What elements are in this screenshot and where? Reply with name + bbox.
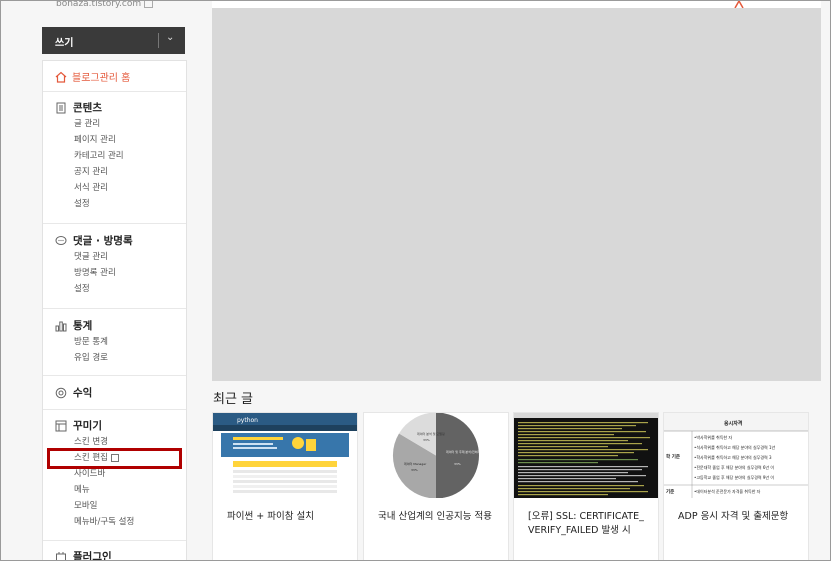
sidebar-item-notices[interactable]: 공지 관리 <box>74 164 124 180</box>
cursor-mark-icon <box>734 1 744 8</box>
write-label: 쓰기 <box>55 38 74 49</box>
admin-menu: 블로그관리 홈 콘텐츠 글 관리 페이지 관리 카테고리 관리 공지 관리 서식… <box>42 60 187 560</box>
sidebar-item-content-settings[interactable]: 설정 <box>74 196 124 212</box>
table-cell: •고등학교 졸업 후 해당 분야의 실무경력 9년 이 <box>694 474 774 480</box>
sidebar: bonaza.tistory.com 쓰기 ⌄ 블로그관리 홈 콘텐츠 글 관리… <box>42 0 187 560</box>
table-cell: •학사학위를 취득하고 해당 분야의 실무경력 3 <box>694 454 772 460</box>
write-button[interactable]: 쓰기 ⌄ <box>42 27 185 54</box>
sidebar-item-categories[interactable]: 카테고리 관리 <box>74 148 124 164</box>
table-row-label: 학 기준 <box>666 453 680 460</box>
speech-bubble-icon <box>55 235 67 247</box>
table-cell: •전문대학 졸업 후 해당 분야의 실무경력 6년 이 <box>694 464 774 470</box>
divider <box>43 223 186 224</box>
coin-icon <box>55 387 67 399</box>
section-title-comments[interactable]: 댓글 · 방명록 <box>55 233 133 249</box>
sidebar-item-templates[interactable]: 서식 관리 <box>74 180 124 196</box>
post-title: 국내 산업계의 인공지능 적용 <box>378 511 492 522</box>
external-link-icon <box>144 1 154 8</box>
table-row-label: 기준 <box>666 488 674 495</box>
pie-label: 데이터 분석 및 모델링 <box>417 431 445 436</box>
divider <box>43 375 186 376</box>
recent-posts-list: python 파이썬 + 파이참 설치 데이터 분석 및 모델링 33% 데이터… <box>212 412 821 560</box>
layout-icon <box>55 420 67 432</box>
divider <box>43 91 186 92</box>
sidebar-item-pages[interactable]: 페이지 관리 <box>74 132 124 148</box>
pie-value: 33% <box>411 468 418 472</box>
bar-chart-icon <box>55 320 67 332</box>
write-separator <box>158 33 159 48</box>
post-card[interactable]: python 파이썬 + 파이참 설치 <box>212 412 358 560</box>
home-label: 블로그관리 홈 <box>72 73 131 84</box>
blog-url-text: bonaza.tistory.com <box>56 0 142 9</box>
hero-image-placeholder <box>212 8 821 381</box>
pie-value: 33% <box>454 462 461 466</box>
annotation-highlight-box <box>47 448 182 469</box>
sidebar-item-posts[interactable]: 글 관리 <box>74 116 124 132</box>
post-thumbnail-table: 응시자격 학 기준 •박사학위를 취득한 자 •석사학위를 취득하고 해당 분야… <box>664 413 808 498</box>
chevron-down-icon[interactable]: ⌄ <box>166 32 174 43</box>
section-plugins: 플러그인 <box>55 549 112 560</box>
pie-label: 데이터 및 주제 분석/전처리 <box>446 449 480 454</box>
document-icon <box>55 102 67 114</box>
section-title-design[interactable]: 꾸미기 <box>55 418 134 434</box>
section-title-plugins[interactable]: 플러그인 <box>55 549 112 560</box>
sidebar-item-comment-settings[interactable]: 설정 <box>74 281 133 297</box>
section-title-content[interactable]: 콘텐츠 <box>55 100 124 116</box>
home-icon <box>55 71 67 86</box>
recent-posts-title: 최근 글 <box>213 392 254 407</box>
table-cell: •데이터분석 준전문가 자격을 취득한 자 <box>694 488 761 494</box>
sidebar-item-menubar-subscribe[interactable]: 메뉴바/구독 설정 <box>74 514 134 530</box>
table-cell: •석사학위를 취득하고 해당 분야의 실무경력 1년 <box>694 444 776 450</box>
table-cell: •박사학위를 취득한 자 <box>694 434 732 440</box>
python-logo-text: python <box>237 417 258 424</box>
sidebar-item-home[interactable]: 블로그관리 홈 <box>55 69 130 86</box>
pie-value: 33% <box>423 438 430 442</box>
plugin-icon <box>55 551 67 560</box>
post-title: ADP 응시 자격 및 출제문항 <box>678 511 789 522</box>
browser-frame: bonaza.tistory.com 쓰기 ⌄ 블로그관리 홈 콘텐츠 글 관리… <box>0 0 831 561</box>
divider <box>43 409 186 410</box>
post-thumbnail-python: python <box>213 413 357 498</box>
section-content: 콘텐츠 글 관리 페이지 관리 카테고리 관리 공지 관리 서식 관리 설정 <box>55 100 124 212</box>
sidebar-item-comments[interactable]: 댓글 관리 <box>74 249 133 265</box>
section-design: 꾸미기 스킨 변경 스킨 편집 사이드바 메뉴 모바일 메뉴바/구독 설정 <box>55 418 134 530</box>
post-thumbnail-pie: 데이터 분석 및 모델링 33% 데이터 Manager 33% 데이터 및 주… <box>364 413 508 498</box>
post-card[interactable]: [오류] SSL: CERTIFICATE_VERIFY_FAILED 발생 시 <box>513 412 659 560</box>
sidebar-item-visit-stats[interactable]: 방문 통계 <box>74 334 108 350</box>
post-card[interactable]: 응시자격 학 기준 •박사학위를 취득한 자 •석사학위를 취득하고 해당 분야… <box>663 412 809 560</box>
post-thumbnail-terminal <box>514 413 658 498</box>
sidebar-item-menu[interactable]: 메뉴 <box>74 482 134 498</box>
divider <box>43 540 186 541</box>
pie-label: 데이터 Manager <box>404 461 427 466</box>
section-title-revenue[interactable]: 수익 <box>55 385 92 401</box>
top-strip <box>212 1 821 8</box>
divider <box>43 308 186 309</box>
post-title: [오류] SSL: CERTIFICATE_VERIFY_FAILED 발생 시 <box>528 511 644 536</box>
section-title-stats[interactable]: 통계 <box>55 318 108 334</box>
sidebar-item-mobile[interactable]: 모바일 <box>74 498 134 514</box>
section-revenue: 수익 <box>55 385 92 401</box>
blog-url-link[interactable]: bonaza.tistory.com <box>56 0 154 9</box>
section-stats: 통계 방문 통계 유입 경로 <box>55 318 108 366</box>
sidebar-item-guestbook[interactable]: 방명록 관리 <box>74 265 133 281</box>
section-comments: 댓글 · 방명록 댓글 관리 방명록 관리 설정 <box>55 233 133 297</box>
post-card[interactable]: 데이터 분석 및 모델링 33% 데이터 Manager 33% 데이터 및 주… <box>363 412 509 560</box>
table-header: 응시자격 <box>724 420 743 427</box>
post-title: 파이썬 + 파이참 설치 <box>227 511 314 522</box>
sidebar-item-referrers[interactable]: 유입 경로 <box>74 350 108 366</box>
